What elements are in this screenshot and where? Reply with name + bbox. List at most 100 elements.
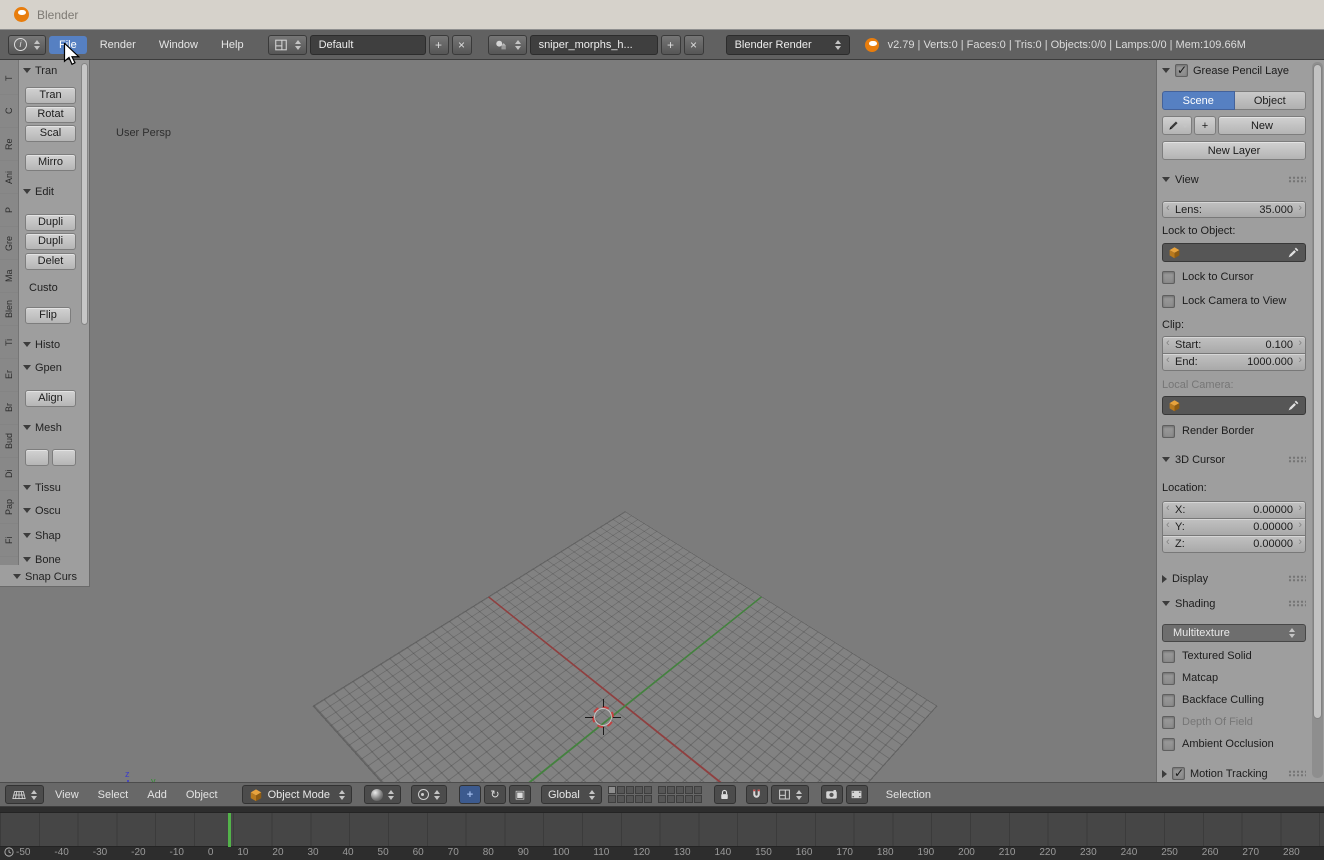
panel-header-bone[interactable]: Bone — [23, 553, 78, 566]
screen-layout-name-field[interactable]: Default — [309, 34, 426, 55]
gp-draw-button[interactable] — [1162, 116, 1192, 135]
render-opengl-image-button[interactable] — [820, 785, 843, 804]
backface-culling-checkbox[interactable] — [1162, 693, 1175, 707]
layer-cell[interactable] — [625, 795, 634, 803]
gp-source-object-toggle[interactable]: Object — [1234, 91, 1306, 110]
add-screen-layout-button[interactable]: + — [428, 34, 449, 55]
properties-scrollbar-thumb[interactable] — [1313, 64, 1322, 719]
panel-grip-handle[interactable] — [1288, 176, 1306, 183]
lock-to-scene-toggle[interactable] — [713, 785, 736, 804]
menu-object[interactable]: Object — [178, 786, 226, 804]
menu-window[interactable]: Window — [149, 36, 208, 54]
mesh-tool-button-1[interactable] — [25, 449, 49, 466]
cursor-z-field[interactable]: Z: 0.00000 — [1162, 535, 1306, 553]
panel-header-history[interactable]: Histo — [23, 338, 78, 351]
layer-cell[interactable] — [657, 786, 666, 794]
textured-solid-checkbox[interactable] — [1162, 649, 1175, 663]
clip-start-field[interactable]: Start: 0.100 — [1162, 336, 1306, 354]
layer-cell[interactable] — [693, 795, 702, 803]
tool-shelf-scrollbar[interactable] — [81, 63, 88, 325]
tool-shelf-tab[interactable]: Fi — [0, 524, 18, 557]
panel-header-shape[interactable]: Shap — [23, 529, 78, 542]
layer-cell[interactable] — [616, 786, 625, 794]
scene-icon-button[interactable] — [487, 34, 527, 55]
cursor-x-field[interactable]: X: 0.00000 — [1162, 501, 1306, 519]
tool-shelf-tab[interactable]: Bud — [0, 425, 18, 458]
layer-cell[interactable] — [634, 795, 643, 803]
layer-cell[interactable] — [634, 786, 643, 794]
menu-help[interactable]: Help — [211, 36, 254, 54]
screen-layout-icon-button[interactable] — [267, 34, 307, 55]
panel-header-3d-cursor[interactable]: 3D Cursor — [1162, 451, 1306, 468]
orientation-dropdown[interactable]: Global — [540, 785, 602, 804]
tool-shelf-tab[interactable]: Pap — [0, 491, 18, 524]
layer-cell[interactable] — [616, 795, 625, 803]
menu-select[interactable]: Select — [90, 786, 137, 804]
panel-header-oscurart[interactable]: Oscu — [23, 504, 78, 517]
pivot-point-dropdown[interactable] — [410, 785, 447, 804]
panel-grip-handle[interactable] — [1288, 575, 1306, 582]
layer-cell[interactable] — [657, 795, 666, 803]
layer-cell[interactable] — [643, 786, 652, 794]
layer-cell[interactable] — [675, 786, 684, 794]
clip-end-field[interactable]: End: 1000.000 — [1162, 353, 1306, 371]
viewport-shading-dropdown[interactable] — [363, 785, 401, 804]
layer-cell[interactable] — [643, 795, 652, 803]
eyedropper-icon[interactable] — [1287, 246, 1300, 259]
depth-of-field-checkbox[interactable] — [1162, 715, 1175, 729]
timeline-track[interactable] — [0, 812, 1324, 847]
motion-tracking-checkbox[interactable] — [1172, 766, 1185, 780]
layer-cell[interactable] — [693, 786, 702, 794]
layer-cell[interactable] — [625, 786, 634, 794]
timeline-playhead[interactable] — [228, 813, 231, 847]
panel-header-grease-pencil-layers[interactable]: Grease Pencil Laye — [1162, 62, 1306, 79]
panel-header-edit[interactable]: Edit — [23, 185, 78, 198]
panel-header-motion-tracking[interactable]: Motion Tracking — [1162, 765, 1306, 782]
panel-grip-handle[interactable] — [1288, 770, 1306, 777]
layers-widget-group-1[interactable] — [607, 786, 652, 803]
tool-shelf-tab[interactable]: Ma — [0, 260, 18, 293]
menu-add[interactable]: Add — [139, 786, 175, 804]
gp-new-button[interactable]: New — [1218, 116, 1306, 135]
shading-mode-dropdown[interactable]: Multitexture — [1162, 624, 1306, 642]
snap-element-dropdown[interactable] — [770, 785, 809, 804]
delete-scene-button[interactable]: × — [683, 34, 704, 55]
layer-cell[interactable] — [607, 786, 616, 794]
scale-button[interactable]: Scal — [25, 125, 76, 142]
cursor-y-field[interactable]: Y: 0.00000 — [1162, 518, 1306, 536]
panel-header-mesh[interactable]: Mesh — [23, 421, 78, 434]
duplicate-button[interactable]: Dupli — [25, 214, 76, 231]
panel-grip-handle[interactable] — [1288, 456, 1306, 463]
gp-source-scene-toggle[interactable]: Scene — [1162, 91, 1235, 110]
panel-header-tissue[interactable]: Tissu — [23, 481, 78, 494]
panel-grip-handle[interactable] — [1288, 600, 1306, 607]
tool-shelf-tab[interactable]: Di — [0, 458, 18, 491]
tool-shelf-tab[interactable]: Ti — [0, 326, 18, 359]
tool-shelf-tab[interactable]: Br — [0, 392, 18, 425]
duplicate-linked-button[interactable]: Dupli — [25, 233, 76, 250]
eyedropper-icon[interactable] — [1287, 399, 1300, 412]
viewport-3d[interactable]: User Persp (0) x y z — [0, 60, 1156, 782]
tool-shelf-tab[interactable]: P — [0, 194, 18, 227]
tool-shelf-tab[interactable]: Ani — [0, 161, 18, 194]
tool-shelf-tab[interactable]: Re — [0, 128, 18, 161]
delete-button[interactable]: Delet — [25, 253, 76, 270]
tool-shelf-tab[interactable]: Er — [0, 359, 18, 392]
grease-pencil-checkbox[interactable] — [1175, 63, 1188, 77]
tool-shelf-tab[interactable]: Blen — [0, 293, 18, 326]
matcap-checkbox[interactable] — [1162, 671, 1175, 685]
layer-cell[interactable] — [675, 795, 684, 803]
layer-cell[interactable] — [607, 795, 616, 803]
render-opengl-anim-button[interactable] — [845, 785, 868, 804]
editor-type-button-info[interactable]: i — [8, 34, 46, 55]
tool-shelf-tab[interactable]: Gre — [0, 227, 18, 260]
mesh-tool-button-2[interactable] — [52, 449, 76, 466]
manipulator-scale-toggle[interactable]: ▣ — [508, 785, 531, 804]
snap-toggle[interactable] — [745, 785, 768, 804]
delete-screen-layout-button[interactable]: × — [451, 34, 472, 55]
render-engine-dropdown[interactable]: Blender Render — [725, 34, 850, 55]
scene-name-field[interactable]: sniper_morphs_h... — [529, 34, 658, 55]
layers-widget-group-2[interactable] — [657, 786, 702, 803]
panel-header-snap-cursor[interactable]: Snap Curs — [13, 570, 77, 583]
lock-object-field[interactable] — [1162, 243, 1306, 262]
